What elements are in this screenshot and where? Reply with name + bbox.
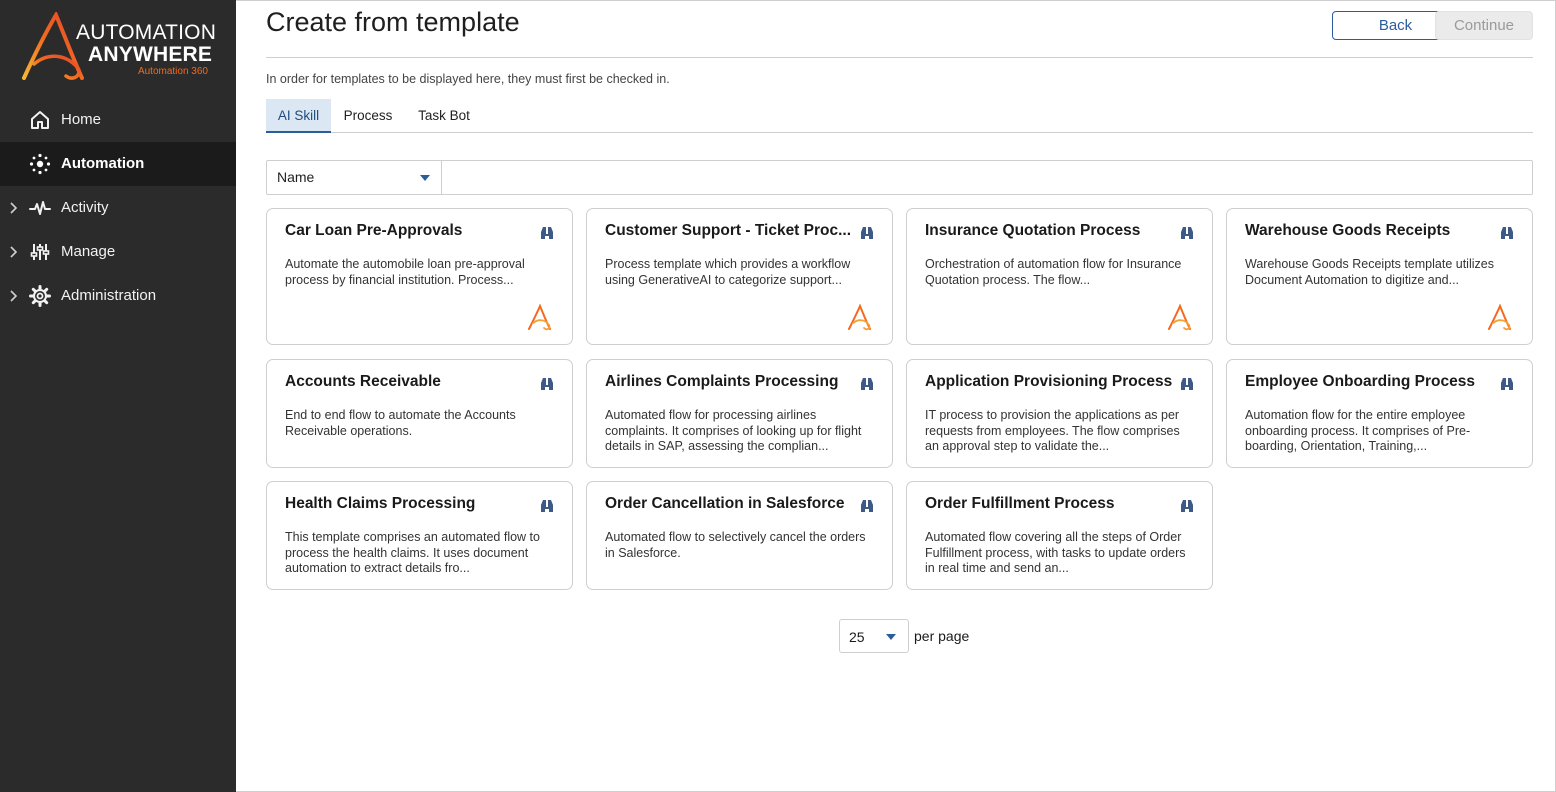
page-title: Create from template	[266, 7, 520, 37]
card-title: Employee Onboarding Process	[1245, 373, 1475, 390]
card-title: Warehouse Goods Receipts	[1245, 222, 1451, 239]
automation-anywhere-logo-icon	[1488, 304, 1511, 331]
template-card[interactable]: Application Provisioning Process IT proc…	[906, 359, 1213, 468]
sidebar-item-label: Manage	[61, 243, 116, 260]
info-text: In order for templates to be displayed h…	[266, 72, 670, 86]
template-card[interactable]: Car Loan Pre-Approvals Automate the auto…	[266, 208, 573, 345]
filter-field-select[interactable]: Name	[267, 161, 442, 194]
binoculars-icon[interactable]	[1179, 225, 1195, 241]
sidebar: AUTOMATION ANYWHERE Automation 360 Home	[0, 0, 236, 792]
card-title: Car Loan Pre-Approvals	[285, 222, 463, 239]
sidebar-item-label: Home	[61, 111, 102, 128]
template-card[interactable]: Order Cancellation in Salesforce Automat…	[586, 481, 893, 590]
home-icon	[31, 111, 49, 129]
card-description: Process template which provides a workfl…	[605, 257, 851, 287]
brand-line2: ANYWHERE	[88, 43, 213, 66]
per-page-label: per page	[914, 628, 970, 644]
template-card[interactable]: Order Fulfillment Process Automated flow…	[906, 481, 1213, 590]
automation-anywhere-logo-icon	[848, 304, 871, 331]
sidebar-item-manage[interactable]: Manage	[0, 230, 236, 274]
card-title: Insurance Quotation Process	[925, 222, 1141, 239]
template-tabs: AI Skill Process Task Bot	[266, 99, 1533, 133]
template-card[interactable]: Accounts Receivable End to end flow to a…	[266, 359, 573, 468]
card-title: Customer Support - Ticket Proc...	[605, 222, 852, 239]
binoculars-icon[interactable]	[1499, 376, 1515, 392]
binoculars-icon[interactable]	[1499, 225, 1515, 241]
card-description: IT process to provision the applications…	[925, 408, 1180, 453]
card-title: Accounts Receivable	[285, 373, 441, 390]
template-card[interactable]: Employee Onboarding Process Automation f…	[1226, 359, 1533, 468]
continue-button[interactable]: Continue	[1435, 11, 1533, 40]
card-title: Order Cancellation in Salesforce	[605, 495, 845, 512]
template-card[interactable]: Insurance Quotation Process Orchestratio…	[906, 208, 1213, 345]
sidebar-item-home[interactable]: Home	[0, 98, 236, 142]
brand-line1: AUTOMATION	[76, 21, 217, 44]
filter-field-value: Name	[277, 169, 315, 185]
template-card[interactable]: Airlines Complaints Processing Automated…	[586, 359, 893, 468]
card-description: Automation flow for the entire employee …	[1245, 408, 1471, 453]
chevron-down-icon	[886, 634, 896, 640]
binoculars-icon[interactable]	[1179, 376, 1195, 392]
automation-anywhere-logo-icon	[1168, 304, 1191, 331]
card-description: Warehouse Goods Receipts template utiliz…	[1245, 257, 1494, 287]
gear-icon	[29, 285, 51, 307]
sidebar-nav: Home Automation Activity Manage Administ…	[0, 98, 236, 318]
search-filter: Name	[266, 160, 1533, 195]
card-description: Automate the automobile loan pre-approva…	[285, 257, 525, 287]
per-page-value: 25	[849, 629, 865, 645]
binoculars-icon[interactable]	[1179, 498, 1195, 514]
card-description: Orchestration of automation flow for Ins…	[925, 257, 1182, 287]
sidebar-item-administration[interactable]: Administration	[0, 274, 236, 318]
card-title: Order Fulfillment Process	[925, 495, 1115, 512]
sidebar-item-label: Activity	[61, 199, 109, 216]
card-description: This template comprises an automated flo…	[285, 530, 540, 575]
card-description: End to end flow to automate the Accounts…	[285, 408, 516, 438]
template-card[interactable]: Warehouse Goods Receipts Warehouse Goods…	[1226, 208, 1533, 345]
binoculars-icon[interactable]	[539, 376, 555, 392]
chevron-right-icon[interactable]	[8, 200, 20, 216]
brand-logo[interactable]: AUTOMATION ANYWHERE Automation 360	[20, 12, 220, 84]
sidebar-item-automation[interactable]: Automation	[0, 142, 236, 186]
tab-ai-skill[interactable]: AI Skill	[266, 99, 331, 133]
binoculars-icon[interactable]	[539, 225, 555, 241]
per-page-select[interactable]: 25	[839, 619, 909, 653]
binoculars-icon[interactable]	[859, 498, 875, 514]
tab-task-bot[interactable]: Task Bot	[412, 99, 476, 132]
activity-icon	[29, 201, 51, 215]
manage-icon	[30, 244, 50, 260]
binoculars-icon[interactable]	[539, 498, 555, 514]
card-description: Automated flow covering all the steps of…	[925, 530, 1186, 575]
card-description: Automated flow for processing airlines c…	[605, 408, 862, 453]
binoculars-icon[interactable]	[859, 376, 875, 392]
automation-anywhere-logo-icon	[528, 304, 551, 331]
header-divider	[266, 57, 1533, 58]
template-card[interactable]: Health Claims Processing This template c…	[266, 481, 573, 590]
tab-process[interactable]: Process	[338, 99, 398, 132]
chevron-down-icon	[420, 175, 430, 181]
search-input[interactable]	[443, 161, 1532, 194]
card-title: Airlines Complaints Processing	[605, 373, 839, 390]
binoculars-icon[interactable]	[859, 225, 875, 241]
card-title: Application Provisioning Process	[925, 373, 1173, 390]
automation-icon	[29, 153, 51, 175]
sidebar-item-label: Administration	[61, 287, 157, 304]
card-description: Automated flow to selectively cancel the…	[605, 530, 866, 560]
card-title: Health Claims Processing	[285, 495, 476, 512]
sidebar-item-label: Automation	[61, 155, 145, 172]
chevron-right-icon[interactable]	[8, 244, 20, 260]
main-content: Create from template Back Continue In or…	[236, 0, 1556, 792]
chevron-right-icon[interactable]	[8, 288, 20, 304]
template-card[interactable]: Customer Support - Ticket Proc... Proces…	[586, 208, 893, 345]
brand-product: Automation 360	[137, 66, 208, 77]
sidebar-item-activity[interactable]: Activity	[0, 186, 236, 230]
